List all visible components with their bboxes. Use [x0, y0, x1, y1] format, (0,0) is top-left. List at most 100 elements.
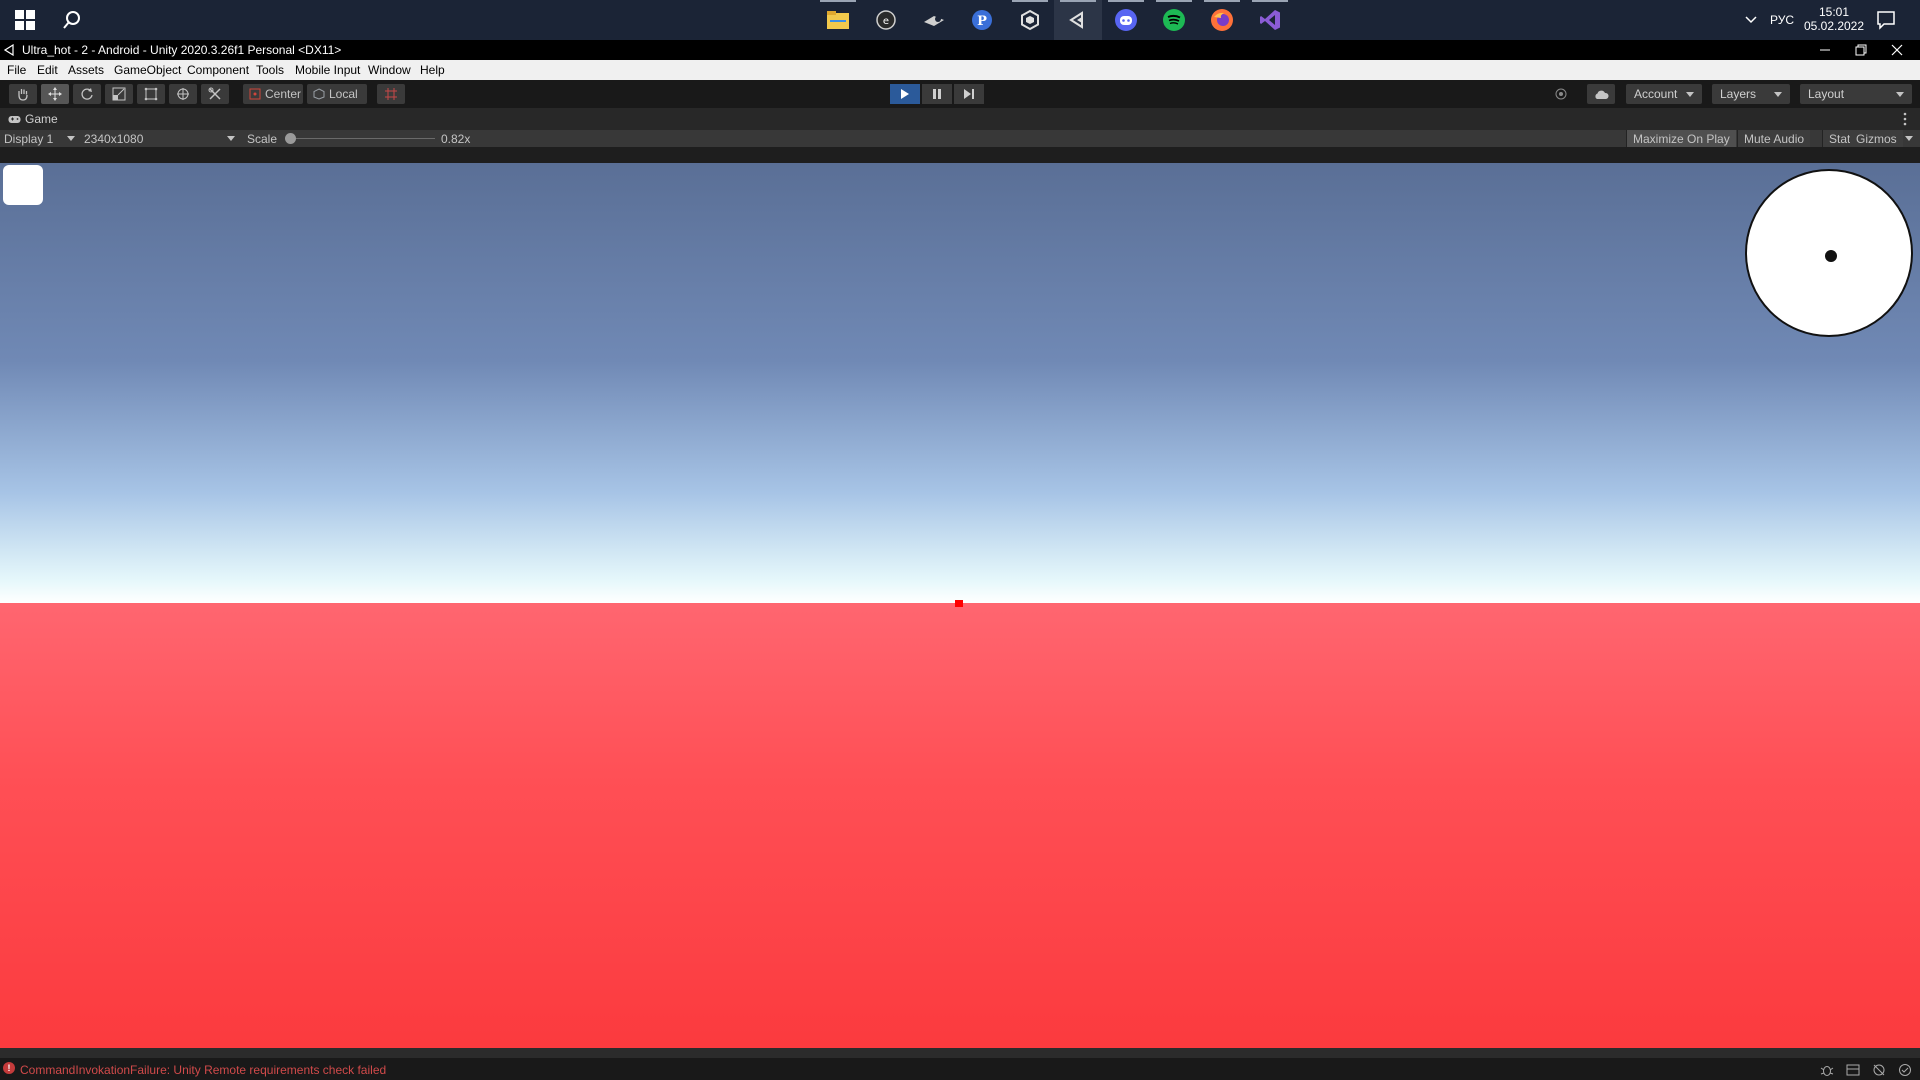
scale-slider[interactable] — [285, 133, 435, 144]
clock-date: 05.02.2022 — [1803, 19, 1865, 33]
move-tool-icon[interactable] — [41, 84, 69, 104]
editor-toolbar: Center Local Account Layers Layout — [0, 80, 1920, 108]
tab-game[interactable]: Game — [0, 108, 66, 130]
crosshair — [955, 600, 963, 607]
debug-icon[interactable] — [1820, 1063, 1834, 1077]
game-view-controls: Display 1 2340x1080 Scale 0.82x Maximize… — [0, 130, 1920, 147]
notification-icon[interactable] — [1876, 10, 1896, 30]
gizmos-caret-icon[interactable] — [1905, 136, 1913, 141]
sky-backdrop — [0, 163, 1920, 603]
layers-label: Layers — [1720, 87, 1757, 101]
pivot-local-toggle[interactable]: Local — [307, 84, 367, 104]
menu-assets[interactable]: Assets — [68, 63, 104, 77]
step-button[interactable] — [954, 84, 984, 104]
more-options-icon[interactable] — [1903, 112, 1907, 126]
status-separator — [0, 1048, 1920, 1058]
taskbar-clock[interactable]: 15:01 05.02.2022 — [1800, 5, 1868, 33]
menu-help[interactable]: Help — [420, 63, 445, 77]
cache-icon[interactable] — [1872, 1063, 1886, 1077]
menu-gameobject[interactable]: GameObject — [114, 63, 181, 77]
layout-label: Layout — [1808, 87, 1845, 101]
progress-icon[interactable] — [1846, 1063, 1860, 1077]
rotate-tool-icon[interactable] — [73, 84, 101, 104]
pause-icon — [932, 88, 942, 100]
transform-tool-icon[interactable] — [169, 84, 197, 104]
unity-hub-icon[interactable] — [1006, 0, 1054, 40]
game-tab-label: Game — [25, 112, 58, 126]
spotify-icon[interactable] — [1150, 0, 1198, 40]
menu-mobile-input[interactable]: Mobile Input — [295, 63, 360, 77]
account-caret-icon — [1686, 91, 1694, 97]
menu-component[interactable]: Component — [187, 63, 249, 77]
maximize-on-play-toggle[interactable]: Maximize On Play — [1626, 130, 1736, 147]
pause-button[interactable] — [922, 84, 952, 104]
hand-tool-icon[interactable] — [9, 84, 37, 104]
auto-generate-icon[interactable] — [1898, 1063, 1912, 1077]
game-tab-bar: Game — [0, 108, 1920, 130]
menu-window[interactable]: Window — [368, 63, 411, 77]
scale-tool-icon[interactable] — [105, 84, 133, 104]
unity-logo-icon — [4, 44, 16, 56]
rect-tool-icon[interactable] — [137, 84, 165, 104]
display-caret-icon — [67, 136, 75, 141]
menu-bar: File Edit Assets GameObject Component To… — [0, 60, 1920, 80]
layout-dropdown[interactable]: Layout — [1800, 84, 1912, 104]
ground-plane — [0, 603, 1920, 1048]
status-message[interactable]: CommandInvokationFailure: Unity Remote r… — [20, 1063, 386, 1077]
resolution-caret-icon — [227, 136, 235, 141]
status-bar: ! CommandInvokationFailure: Unity Remote… — [0, 1048, 1920, 1080]
gamepad-icon — [8, 115, 21, 124]
mute-audio-toggle[interactable]: Mute Audio — [1737, 130, 1811, 147]
cloud-icon[interactable] — [1587, 84, 1615, 104]
discord-icon[interactable] — [1102, 0, 1150, 40]
firefox-icon[interactable] — [1198, 0, 1246, 40]
error-icon: ! — [3, 1062, 15, 1074]
window-title-bar: Ultra_hot - 2 - Android - Unity 2020.3.2… — [0, 40, 1920, 60]
layout-caret-icon — [1896, 91, 1904, 97]
unity-editor-icon[interactable] — [1054, 0, 1102, 40]
pivot-local-label: Local — [329, 87, 358, 101]
scale-slider-thumb[interactable] — [285, 133, 296, 144]
menu-file[interactable]: File — [7, 63, 26, 77]
local-cube-icon — [313, 88, 325, 100]
menu-tools[interactable]: Tools — [256, 63, 284, 77]
joystick-handle[interactable] — [1825, 250, 1837, 262]
input-language[interactable]: РУС — [1770, 13, 1794, 27]
search-icon[interactable] — [62, 10, 82, 30]
windows-taskbar: e P РУС 15:01 05.02.2022 — [0, 0, 1920, 40]
pivot-center-icon — [249, 88, 261, 100]
layers-caret-icon — [1774, 91, 1782, 97]
p-app-icon[interactable]: P — [958, 0, 1006, 40]
virtual-joystick[interactable] — [1745, 169, 1913, 337]
pivot-center-label: Center — [265, 87, 302, 101]
visual-studio-icon[interactable] — [1246, 0, 1294, 40]
game-viewport[interactable] — [0, 147, 1920, 1048]
display-dropdown[interactable]: Display 1 — [4, 132, 53, 146]
windows-start-icon[interactable] — [14, 9, 36, 31]
steam-icon[interactable] — [910, 0, 958, 40]
scale-label: Scale — [247, 132, 278, 146]
account-dropdown[interactable]: Account — [1626, 84, 1702, 104]
grid-snap-icon[interactable] — [377, 84, 405, 104]
resolution-dropdown[interactable]: 2340x1080 — [84, 132, 143, 146]
custom-tool-icon[interactable] — [201, 84, 229, 104]
scale-value: 0.82x — [441, 132, 471, 146]
close-button[interactable] — [1874, 40, 1920, 60]
app-circle-icon[interactable]: e — [862, 0, 910, 40]
play-button[interactable] — [890, 84, 920, 104]
pivot-center-toggle[interactable]: Center — [243, 84, 303, 104]
window-title: Ultra_hot - 2 - Android - Unity 2020.3.2… — [22, 43, 342, 57]
account-label: Account — [1634, 87, 1678, 101]
touch-button[interactable] — [3, 165, 43, 205]
layers-dropdown[interactable]: Layers — [1712, 84, 1790, 104]
tray-chevron-icon[interactable] — [1744, 13, 1758, 27]
clock-time: 15:01 — [1818, 5, 1850, 19]
menu-edit[interactable]: Edit — [37, 63, 58, 77]
play-icon — [900, 88, 910, 100]
collab-icon[interactable] — [1547, 84, 1575, 104]
svg-text:e: e — [883, 16, 889, 27]
gizmos-toggle[interactable]: Gizmos — [1850, 130, 1903, 147]
scale-slider-track — [285, 138, 435, 139]
svg-text:P: P — [977, 14, 987, 29]
file-explorer-icon[interactable] — [814, 0, 862, 40]
